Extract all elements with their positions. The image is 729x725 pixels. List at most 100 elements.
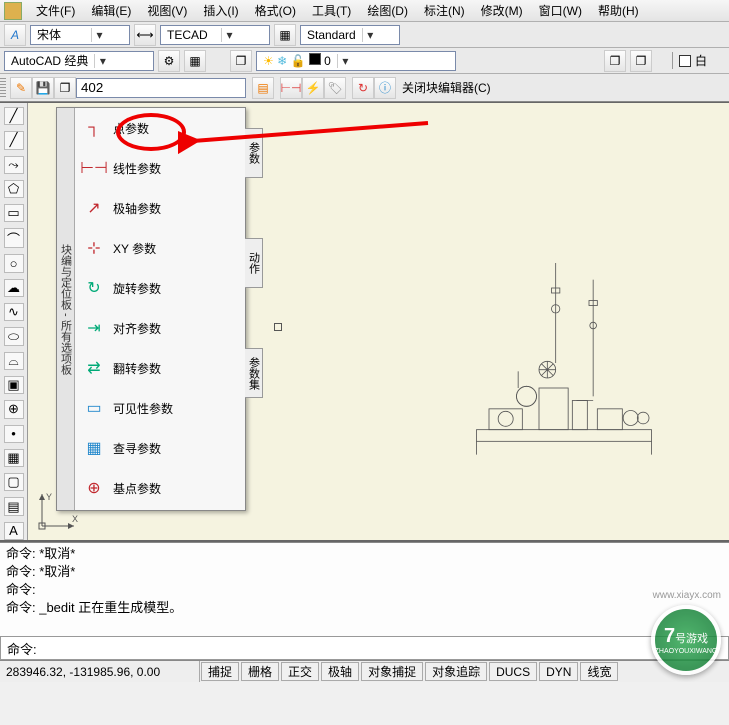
attribute-button[interactable]: 🏷 xyxy=(324,77,346,99)
chevron-down-icon: ▾ xyxy=(337,54,353,68)
menu-format[interactable]: 格式(O) xyxy=(247,2,304,19)
param-flip[interactable]: ⇄翻转参数 xyxy=(75,348,245,388)
hatch-tool[interactable]: ▦ xyxy=(4,449,24,467)
info-button[interactable]: ⓘ xyxy=(374,77,396,99)
line-tool[interactable]: ╱ xyxy=(4,107,24,125)
item-label: 线性参数 xyxy=(113,160,161,177)
param-polar[interactable]: ↗极轴参数 xyxy=(75,188,245,228)
dim-style-combo[interactable]: TECAD▾ xyxy=(160,25,270,45)
status-bar: 283946.32, -131985.96, 0.00 捕捉 栅格 正交 极轴 … xyxy=(0,660,729,682)
palette-title-bar[interactable]: 块编与定位板 - 所有选项板 xyxy=(57,108,75,510)
save-as-button[interactable]: ❐ xyxy=(54,77,76,99)
layer-manager-button[interactable]: ❐ xyxy=(230,50,252,72)
param-point[interactable]: ┐点参数 xyxy=(75,108,245,148)
text-style-button[interactable]: A xyxy=(4,24,26,46)
param-basepoint[interactable]: ⊕基点参数 xyxy=(75,468,245,508)
edit-block-button[interactable]: ✎ xyxy=(10,77,32,99)
command-input-row[interactable]: 命令: xyxy=(0,636,729,660)
save-block-button[interactable]: 💾 xyxy=(32,77,54,99)
param-rotation[interactable]: ↻旋转参数 xyxy=(75,268,245,308)
block-tool[interactable]: ▣ xyxy=(4,376,24,394)
workspace-save-button[interactable]: ▦ xyxy=(184,50,206,72)
menu-draw[interactable]: 绘图(D) xyxy=(359,2,416,19)
param-xy[interactable]: ⊹ XY 参数 xyxy=(75,228,245,268)
palette-tab-actions[interactable]: 动作 xyxy=(245,238,263,288)
status-polar[interactable]: 极轴 xyxy=(321,662,359,681)
status-osnap[interactable]: 对象捕捉 xyxy=(361,662,423,681)
palette-tab-params[interactable]: 参数 xyxy=(245,128,263,178)
layer-state-button[interactable]: ❐ xyxy=(604,50,626,72)
param-lookup[interactable]: ▦查寻参数 xyxy=(75,428,245,468)
revcloud-tool[interactable]: ☁ xyxy=(4,279,24,297)
layer-combo[interactable]: ☀ ❄ 🔓 0 ▾ xyxy=(256,51,456,71)
item-label: XY 参数 xyxy=(113,240,156,257)
color-control[interactable]: 白 xyxy=(672,52,707,69)
status-ducs[interactable]: DUCS xyxy=(489,662,537,681)
menu-window[interactable]: 窗口(W) xyxy=(531,2,590,19)
xline-tool[interactable]: ╱ xyxy=(4,131,24,149)
arc-tool[interactable]: ⌒ xyxy=(4,228,24,248)
param-alignment[interactable]: ⇥对齐参数 xyxy=(75,308,245,348)
layer-combo-value: ☀ ❄ 🔓 0 xyxy=(257,53,337,68)
ellipse-tool[interactable]: ⬭ xyxy=(4,327,24,345)
block-name-input[interactable] xyxy=(76,78,246,98)
xy-param-icon: ⊹ xyxy=(83,237,105,259)
workspace-combo[interactable]: AutoCAD 经典▾ xyxy=(4,51,154,71)
layer-prev-button[interactable]: ❐ xyxy=(630,50,652,72)
table-style-combo[interactable]: Standard▾ xyxy=(300,25,400,45)
chevron-down-icon: ▾ xyxy=(221,28,237,42)
status-dyn[interactable]: DYN xyxy=(539,662,578,681)
ellipse-arc-tool[interactable]: ⌓ xyxy=(4,352,24,370)
update-button[interactable]: ↻ xyxy=(352,77,374,99)
menu-modify[interactable]: 修改(M) xyxy=(473,2,531,19)
block-authoring-palette: 块编与定位板 - 所有选项板 ┐点参数 ⊢⊣线性参数 ↗极轴参数 ⊹ XY 参数 … xyxy=(56,107,246,511)
polyline-tool[interactable]: ⤳ xyxy=(4,156,24,174)
workspace-settings-button[interactable]: ⚙ xyxy=(158,50,180,72)
action-button[interactable]: ⚡ xyxy=(302,77,324,99)
status-lwt[interactable]: 线宽 xyxy=(580,662,618,681)
polygon-tool[interactable]: ⬠ xyxy=(4,180,24,198)
param-button[interactable]: ⊢⊣ xyxy=(280,77,302,99)
insert-tool[interactable]: ⊕ xyxy=(4,400,24,418)
layers-stack-icon: ❐ xyxy=(636,54,647,68)
status-otrack[interactable]: 对象追踪 xyxy=(425,662,487,681)
rectangle-tool[interactable]: ▭ xyxy=(4,204,24,222)
watermark-number: 7 xyxy=(664,625,675,647)
command-prompt: 命令: xyxy=(7,639,37,658)
param-visibility[interactable]: ▭可见性参数 xyxy=(75,388,245,428)
pencil-icon: ✎ xyxy=(16,81,26,95)
menu-edit[interactable]: 编辑(E) xyxy=(83,2,139,19)
font-combo[interactable]: 宋体▾ xyxy=(30,25,130,45)
drawing-canvas[interactable]: 块编与定位板 - 所有选项板 ┐点参数 ⊢⊣线性参数 ↗极轴参数 ⊹ XY 参数 … xyxy=(28,103,729,540)
palette-items: ┐点参数 ⊢⊣线性参数 ↗极轴参数 ⊹ XY 参数 ↻旋转参数 ⇥对齐参数 ⇄翻转… xyxy=(75,108,245,510)
menu-help[interactable]: 帮助(H) xyxy=(590,2,647,19)
layer-name: 0 xyxy=(324,54,331,68)
table-tool[interactable]: ▤ xyxy=(4,497,24,515)
region-tool[interactable]: ▢ xyxy=(4,473,24,491)
menu-dimension[interactable]: 标注(N) xyxy=(416,2,473,19)
item-label: 翻转参数 xyxy=(113,360,161,377)
tool-button-1[interactable]: ▤ xyxy=(252,77,274,99)
menu-insert[interactable]: 插入(I) xyxy=(195,2,246,19)
param-linear[interactable]: ⊢⊣线性参数 xyxy=(75,148,245,188)
table-style-button[interactable]: ▦ xyxy=(274,24,296,46)
status-snap[interactable]: 捕捉 xyxy=(201,662,239,681)
dim-style-button[interactable]: ⟷ xyxy=(134,24,156,46)
close-block-editor-button[interactable]: 关闭块编辑器(C) xyxy=(396,79,497,96)
status-grid[interactable]: 栅格 xyxy=(241,662,279,681)
toolbar-grip[interactable] xyxy=(0,78,6,98)
circle-tool[interactable]: ○ xyxy=(4,254,24,272)
text-tool[interactable]: A xyxy=(4,522,24,540)
spline-tool[interactable]: ∿ xyxy=(4,303,24,321)
menu-tools[interactable]: 工具(T) xyxy=(304,2,359,19)
status-ortho[interactable]: 正交 xyxy=(281,662,319,681)
menu-view[interactable]: 视图(V) xyxy=(139,2,195,19)
lightbulb-icon: ☀ xyxy=(263,54,274,68)
watermark-name: 号游戏 xyxy=(675,633,708,645)
menu-file[interactable]: 文件(F) xyxy=(28,2,83,19)
point-tool[interactable]: • xyxy=(4,425,24,443)
save-icon: 💾 xyxy=(36,81,51,95)
param-icon: ⊢⊣ xyxy=(281,81,302,95)
item-label: 可见性参数 xyxy=(113,400,173,417)
palette-tab-paramsets[interactable]: 参数集 xyxy=(245,348,263,398)
